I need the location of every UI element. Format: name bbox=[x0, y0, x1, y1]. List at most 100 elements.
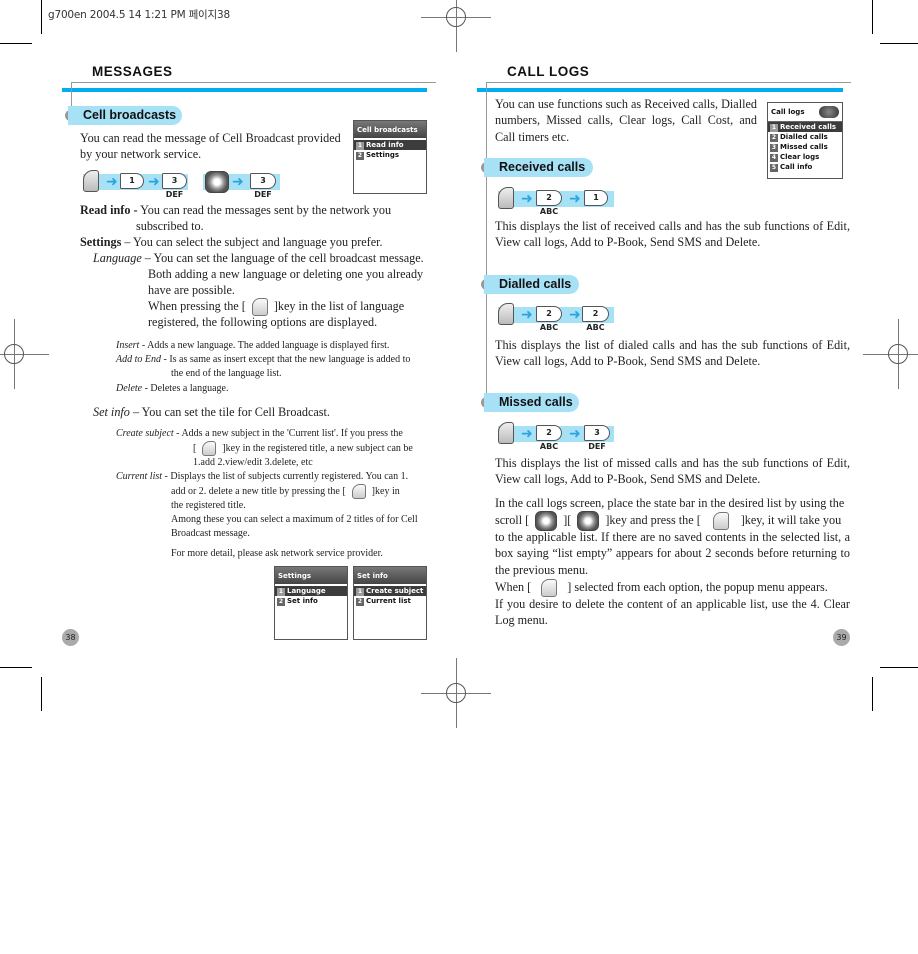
divider bbox=[486, 82, 851, 83]
key-2: 2 ABC bbox=[536, 425, 562, 451]
dialled-calls-desc: This displays the list of dialed calls a… bbox=[495, 338, 850, 369]
key-2: 2 ABC bbox=[536, 190, 562, 216]
screen-item: 1 Read info bbox=[354, 140, 426, 150]
call-logs-usage-text: to the applicable list. If there are no … bbox=[495, 530, 850, 577]
screen-title: Call logs bbox=[768, 103, 842, 122]
arrow-right-icon: ➜ bbox=[569, 426, 581, 442]
crop-mark bbox=[0, 667, 32, 668]
divider bbox=[486, 82, 487, 412]
ok-key-icon bbox=[351, 484, 366, 499]
page-number: 39 bbox=[833, 629, 850, 646]
screen-item: 2 Set info bbox=[277, 597, 318, 606]
divider bbox=[71, 82, 436, 83]
current-list-desc: Among these you can select a maximum of … bbox=[171, 514, 418, 525]
screen-title: Settings bbox=[275, 567, 347, 586]
call-logs-usage-text: In the call logs screen, place the state… bbox=[495, 496, 845, 510]
menu-key-icon bbox=[498, 187, 514, 209]
clear-log-text: If you desire to delete the content of a… bbox=[495, 597, 850, 628]
screen-title: Cell broadcasts bbox=[354, 121, 426, 140]
registration-mark bbox=[421, 658, 491, 728]
arrow-right-icon: ➜ bbox=[232, 174, 244, 190]
section-title-call-logs: CALL LOGS bbox=[507, 64, 590, 79]
screen-item: 2 Dialled calls bbox=[770, 133, 828, 142]
crop-mark bbox=[872, 677, 873, 711]
missed-calls-desc: This displays the list of missed calls a… bbox=[495, 456, 850, 487]
blue-rule bbox=[477, 88, 843, 92]
intro-text: You can use functions such as Received c… bbox=[495, 97, 757, 144]
add-to-end-desc: the end of the language list. bbox=[171, 368, 282, 379]
phone-screen-set-info: Set info 1 Create subject 2 Current list bbox=[353, 566, 427, 640]
phone-screen-call-logs: Call logs 1 Received calls 2 Dialled calls… bbox=[767, 102, 843, 179]
arrow-right-icon: ➜ bbox=[521, 307, 533, 323]
more-detail-note: For more detail, please ask network serv… bbox=[171, 548, 383, 559]
screen-item: 3 Missed calls bbox=[770, 143, 828, 152]
current-list-desc: Broadcast message. bbox=[171, 528, 250, 539]
key-2: 2 ABC bbox=[582, 306, 609, 332]
crop-mark bbox=[0, 43, 32, 44]
arrow-right-icon: ➜ bbox=[106, 174, 118, 190]
key-3: 3 DEF bbox=[584, 425, 610, 451]
ok-key-icon bbox=[202, 441, 217, 456]
menu-key-icon bbox=[83, 170, 99, 192]
nav-key-icon bbox=[205, 171, 229, 193]
nav-key-icon bbox=[577, 511, 600, 531]
key-1: 1 bbox=[120, 173, 144, 189]
subsection-cell-broadcasts: Cell broadcasts bbox=[68, 106, 182, 125]
arrow-right-icon: ➜ bbox=[521, 426, 533, 442]
phone-icon bbox=[819, 106, 839, 118]
registration-mark bbox=[863, 319, 918, 389]
arrow-right-icon: ➜ bbox=[148, 174, 160, 190]
screen-item: 2 Settings bbox=[356, 151, 400, 160]
screen-title: Set info bbox=[354, 567, 426, 586]
crop-mark bbox=[872, 0, 873, 34]
screen-item: 4 Clear logs bbox=[770, 153, 820, 162]
print-header: g700en 2004.5 14 1:21 PM 페이지38 bbox=[48, 9, 230, 21]
set-info-definition: Set info – You can set the tile for Cell… bbox=[93, 405, 330, 419]
crop-mark bbox=[880, 43, 918, 44]
language-desc: Both adding a new language or deleting o… bbox=[148, 267, 424, 281]
screen-item: 5 Call info bbox=[770, 163, 813, 172]
settings-definition: Settings – You can select the subject an… bbox=[80, 235, 383, 249]
menu-key-icon bbox=[498, 422, 514, 444]
received-calls-desc: This displays the list of received calls… bbox=[495, 219, 850, 250]
phone-screen-cell-broadcasts: Cell broadcasts 1 Read info 2 Settings bbox=[353, 120, 427, 194]
create-subject-desc: 1.add 2.view/edit 3.delete, etc bbox=[193, 457, 313, 468]
call-logs-usage-text: scroll [][]key and press the []key, it w… bbox=[495, 511, 850, 531]
key-3: 3 DEF bbox=[162, 173, 187, 199]
key-2: 2 ABC bbox=[536, 306, 562, 332]
key-1: 1 bbox=[584, 190, 608, 206]
current-list-desc: add or 2. delete a new title by pressing… bbox=[171, 484, 400, 499]
arrow-right-icon: ➜ bbox=[569, 191, 581, 207]
current-list-definition: Current list - Displays the list of subj… bbox=[116, 471, 409, 482]
language-desc: have are possible. bbox=[148, 283, 235, 297]
arrow-right-icon: ➜ bbox=[569, 307, 581, 323]
nav-key-icon bbox=[535, 511, 558, 531]
insert-definition: Insert - Adds a new language. The added … bbox=[116, 340, 390, 351]
arrow-right-icon: ➜ bbox=[521, 191, 533, 207]
menu-key-icon bbox=[498, 303, 514, 325]
blue-rule bbox=[62, 88, 427, 92]
intro-text: You can read the message of Cell Broadca… bbox=[80, 131, 341, 162]
crop-mark bbox=[880, 667, 918, 668]
language-desc: registered, the following options are di… bbox=[148, 315, 378, 329]
section-title-messages: MESSAGES bbox=[92, 64, 173, 79]
screen-item: 1 Language bbox=[275, 586, 347, 596]
current-list-desc: the registered title. bbox=[171, 500, 246, 511]
read-info-definition-cont: subscribed to. bbox=[136, 219, 204, 233]
popup-menu-text: When [] selected from each option, the p… bbox=[495, 579, 828, 598]
create-subject-definition: Create subject - Adds a new subject in t… bbox=[116, 428, 403, 439]
screen-item: 1 Received calls bbox=[768, 122, 842, 132]
key-3: 3 DEF bbox=[250, 173, 276, 199]
add-to-end-definition: Add to End - Is as same as insert except… bbox=[116, 354, 411, 365]
subsection-received-calls: Received calls bbox=[484, 158, 593, 177]
ok-key-icon bbox=[712, 512, 729, 530]
page-number: 38 bbox=[62, 629, 79, 646]
subsection-missed-calls: Missed calls bbox=[484, 393, 579, 412]
phone-screen-settings: Settings 1 Language 2 Set info bbox=[274, 566, 348, 640]
crop-mark bbox=[41, 677, 42, 711]
registration-mark bbox=[421, 0, 491, 52]
delete-definition: Delete - Deletes a language. bbox=[116, 383, 229, 394]
screen-item: 1 Create subject bbox=[354, 586, 426, 596]
create-subject-desc: []key in the registered title, a new sub… bbox=[193, 441, 413, 456]
menu-key-icon bbox=[541, 579, 558, 598]
